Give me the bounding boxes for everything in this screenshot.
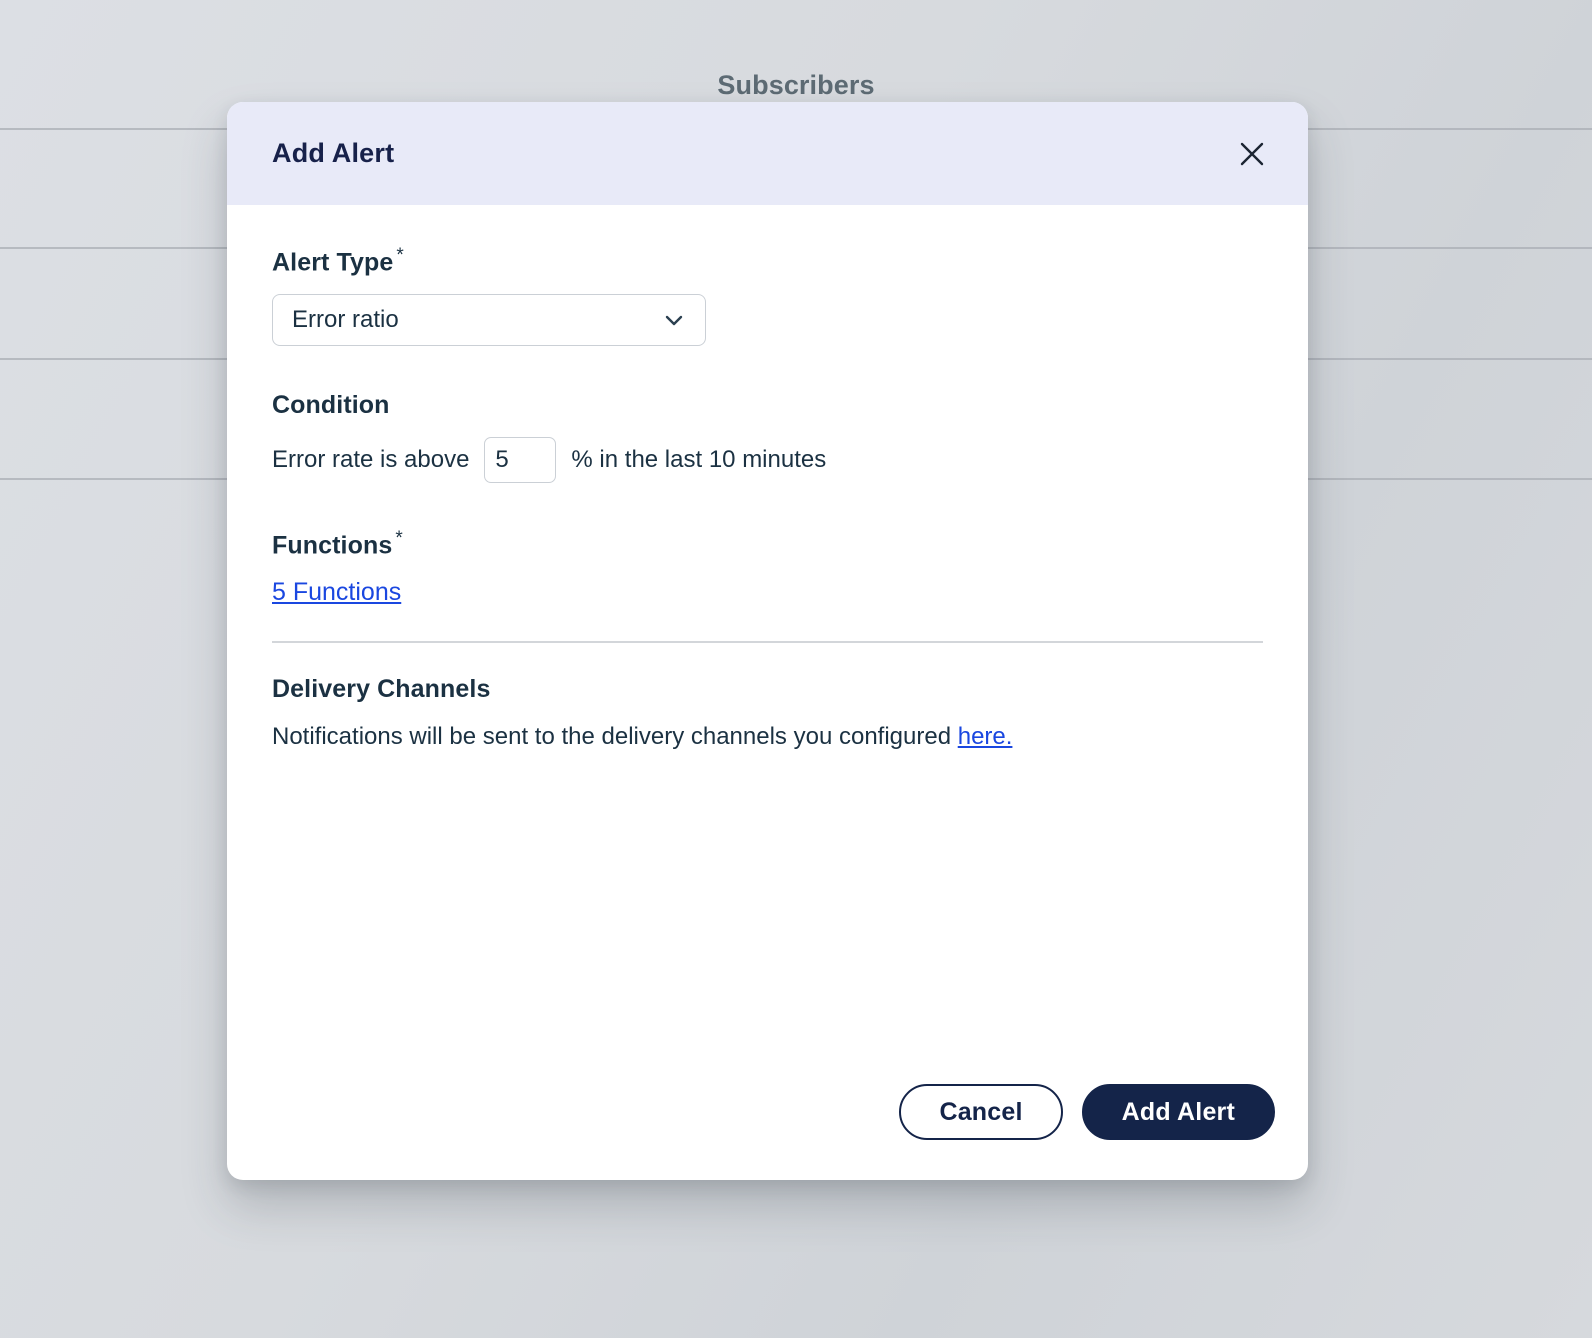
condition-label: Condition	[272, 391, 390, 420]
add-alert-submit-button[interactable]: Add Alert	[1081, 1084, 1275, 1140]
condition-prefix-text: Error rate is above	[272, 446, 470, 474]
modal-body: Alert Type * Error ratio Condition Error …	[227, 205, 1308, 1084]
functions-label: Functions *	[272, 528, 1263, 560]
delivery-channels-label: Delivery Channels	[272, 674, 491, 703]
modal-title: Add Alert	[272, 138, 395, 168]
close-icon	[1237, 139, 1267, 169]
close-button[interactable]	[1229, 131, 1275, 177]
modal-footer: Cancel Add Alert	[227, 1084, 1308, 1180]
delivery-channels-configure-link[interactable]: here.	[958, 723, 1013, 750]
alert-type-select[interactable]: Error ratio	[272, 294, 706, 347]
required-asterisk: *	[395, 528, 403, 550]
required-asterisk: *	[396, 245, 404, 266]
chevron-down-icon	[661, 307, 687, 333]
alert-type-selected-value: Error ratio	[292, 306, 399, 334]
cancel-button[interactable]: Cancel	[899, 1084, 1063, 1140]
functions-label-text: Functions	[272, 531, 393, 560]
condition-suffix-text: % in the last 10 minutes	[571, 446, 827, 474]
threshold-input[interactable]	[484, 437, 557, 484]
alert-type-label-text: Alert Type	[272, 248, 394, 277]
functions-link[interactable]: 5 Functions	[272, 578, 401, 607]
background-chart-title: Subscribers	[717, 70, 875, 100]
alert-type-label: Alert Type *	[272, 245, 1263, 277]
add-alert-modal: Add Alert Alert Type * Error ratio Condit…	[227, 102, 1308, 1180]
condition-row: Error rate is above % in the last 10 min…	[272, 437, 1263, 484]
delivery-channels-note: Notifications will be sent to the delive…	[272, 721, 1263, 752]
modal-header: Add Alert	[227, 102, 1308, 205]
delivery-note-text: Notifications will be sent to the delive…	[272, 722, 952, 750]
